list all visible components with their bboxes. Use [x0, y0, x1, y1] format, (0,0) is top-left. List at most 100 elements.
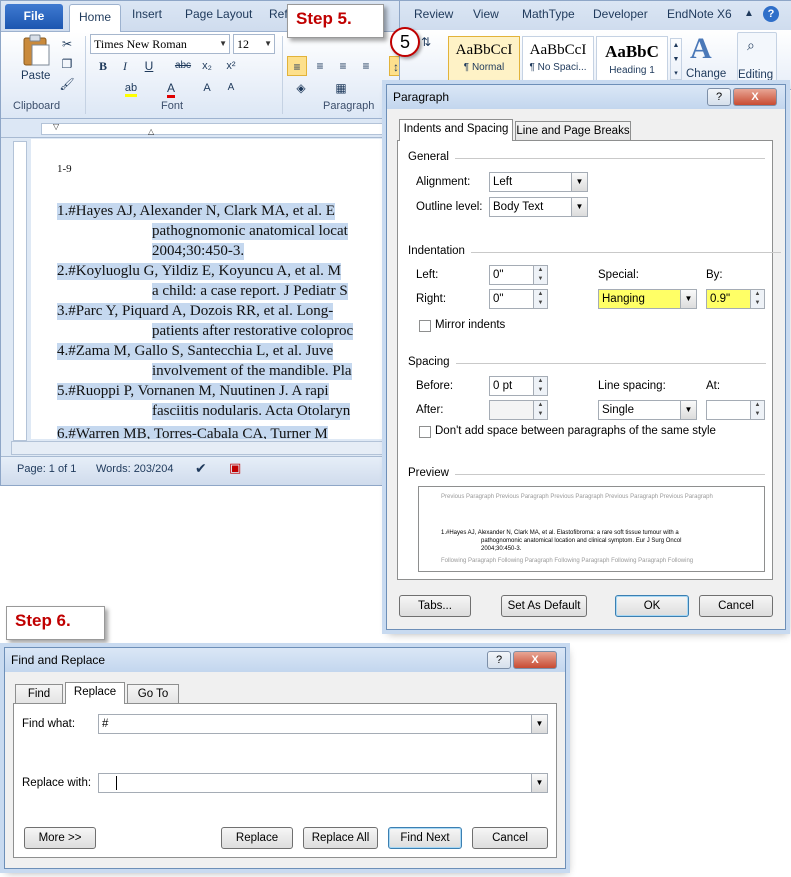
subscript-icon[interactable]: x₂ [197, 56, 217, 76]
underline-icon[interactable]: U [139, 56, 159, 76]
first-line-indent-marker[interactable]: ▽ [53, 122, 59, 131]
highlight-icon[interactable]: ab [121, 78, 141, 98]
mirror-indents-checkbox[interactable] [419, 320, 431, 332]
chevron-down-icon[interactable]: ▼ [531, 715, 547, 733]
find-what-input[interactable]: # ▼ [98, 714, 548, 734]
borders-icon[interactable]: ▦ [331, 78, 351, 98]
tab-replace[interactable]: Replace [65, 682, 125, 704]
strikethrough-icon[interactable]: abc [173, 56, 193, 76]
word-count-status[interactable]: Words: 203/204 [96, 463, 173, 475]
after-input[interactable]: ▲ ▼ [489, 400, 548, 420]
tab-mathtype[interactable]: MathType [522, 7, 575, 21]
help-button[interactable]: ? [487, 651, 511, 669]
font-color-icon[interactable]: A [161, 78, 181, 98]
tab-endnote[interactable]: EndNote X6 [667, 7, 732, 21]
replace-button[interactable]: Replace [221, 827, 293, 849]
tab-view[interactable]: View [473, 7, 499, 21]
spin-arrows-icon[interactable]: ▲ ▼ [533, 401, 547, 419]
tab-page-layout[interactable]: Page Layout [185, 7, 252, 21]
close-button[interactable]: X [733, 88, 777, 106]
spin-arrows-icon[interactable]: ▲ ▼ [533, 377, 547, 395]
align-left-icon[interactable]: ≡ [287, 56, 307, 76]
line-spacing-icon[interactable]: ↕ [389, 56, 399, 76]
style-no-spacing[interactable]: AaBbCcI ¶ No Spaci... [522, 36, 594, 82]
macro-record-icon[interactable]: ▣ [229, 460, 241, 476]
left-indent-input[interactable]: 0" ▲ ▼ [489, 265, 548, 285]
help-button[interactable]: ? [707, 88, 731, 106]
page-count-status[interactable]: Page: 1 of 1 [17, 463, 76, 475]
close-button[interactable]: X [513, 651, 557, 669]
bold-icon[interactable]: B [93, 56, 113, 76]
replace-all-button[interactable]: Replace All [303, 827, 378, 849]
ok-button[interactable]: OK [615, 595, 689, 617]
find-next-button[interactable]: Find Next [388, 827, 462, 849]
more-button[interactable]: More >> [24, 827, 96, 849]
grow-font-icon[interactable]: A [197, 78, 217, 98]
horizontal-scrollbar[interactable] [11, 441, 396, 455]
help-icon[interactable]: ? [763, 6, 779, 22]
spin-arrows-icon[interactable]: ▲ ▼ [533, 266, 547, 284]
cancel-button[interactable]: Cancel [472, 827, 548, 849]
hanging-indent-marker[interactable]: △ [148, 127, 154, 136]
special-select[interactable]: Hanging ▼ [598, 289, 697, 309]
chevron-down-icon[interactable]: ▼ [571, 173, 587, 191]
tabs-button[interactable]: Tabs... [399, 595, 471, 617]
chevron-down-icon[interactable]: ▼ [680, 290, 696, 308]
tab-home[interactable]: Home [69, 4, 121, 32]
style-heading-1[interactable]: AaBbC Heading 1 [596, 36, 668, 82]
minimize-ribbon-icon[interactable]: ▲ [744, 8, 754, 19]
change-styles-label[interactable]: Change [686, 68, 726, 80]
before-input[interactable]: 0 pt ▲ ▼ [489, 376, 548, 396]
by-input[interactable]: 0.9" ▲ ▼ [706, 289, 765, 309]
outline-level-label: Outline level: [416, 201, 483, 213]
horizontal-ruler[interactable]: ▽ △ [1, 120, 399, 138]
replace-with-input[interactable]: ▼ [98, 773, 548, 793]
line-spacing-select[interactable]: Single ▼ [598, 400, 697, 420]
tab-insert[interactable]: Insert [132, 7, 162, 21]
tab-go-to[interactable]: Go To [127, 684, 179, 704]
spin-arrows-icon[interactable]: ▲ ▼ [750, 401, 764, 419]
document-page[interactable]: 1-9 1.#Hayes AJ, Alexander N, Clark MA, … [31, 139, 399, 439]
superscript-icon[interactable]: x² [221, 56, 241, 76]
dont-add-space-label[interactable]: Don't add space between paragraphs of th… [435, 425, 716, 437]
paste-label[interactable]: Paste [21, 70, 50, 82]
font-name-combo[interactable]: Times New Roman ▼ [90, 34, 230, 54]
spin-arrows-icon[interactable]: ▲ ▼ [750, 290, 764, 308]
align-center-icon[interactable]: ≡ [310, 56, 330, 76]
set-as-default-button[interactable]: Set As Default [501, 595, 587, 617]
styles-gallery-scroll[interactable]: ▲ ▼ ▾ [670, 38, 682, 80]
cut-icon[interactable]: ✂ [57, 34, 77, 54]
justify-icon[interactable]: ≡ [356, 56, 376, 76]
outline-level-select[interactable]: Body Text ▼ [489, 197, 588, 217]
paste-icon[interactable] [19, 34, 53, 68]
tab-indents-and-spacing[interactable]: Indents and Spacing [399, 119, 513, 141]
chevron-down-icon[interactable]: ▼ [531, 774, 547, 792]
editing-button[interactable]: ⌕ Editing [737, 32, 777, 82]
tab-review[interactable]: Review [414, 7, 453, 21]
chevron-down-icon[interactable]: ▼ [680, 401, 696, 419]
font-size-combo[interactable]: 12 ▼ [233, 34, 275, 54]
mirror-indents-label[interactable]: Mirror indents [435, 319, 505, 331]
style-normal[interactable]: AaBbCcI ¶ Normal [448, 36, 520, 82]
at-input[interactable]: ▲ ▼ [706, 400, 765, 420]
proofing-icon[interactable]: ✔ [195, 460, 207, 477]
cancel-button[interactable]: Cancel [699, 595, 773, 617]
change-styles-icon[interactable]: A [690, 32, 712, 66]
shrink-font-icon[interactable]: A [221, 78, 241, 98]
spin-arrows-icon[interactable]: ▲ ▼ [533, 290, 547, 308]
tab-developer[interactable]: Developer [593, 7, 648, 21]
italic-icon[interactable]: I [115, 56, 135, 76]
format-painter-icon[interactable]: 🖌 [57, 74, 77, 94]
chevron-down-icon[interactable]: ▼ [264, 35, 272, 53]
shading-icon[interactable]: ◈ [291, 78, 311, 98]
tab-file[interactable]: File [5, 4, 63, 29]
chevron-down-icon[interactable]: ▼ [571, 198, 587, 216]
right-indent-input[interactable]: 0" ▲ ▼ [489, 289, 548, 309]
dont-add-space-checkbox[interactable] [419, 426, 431, 438]
tab-find[interactable]: Find [15, 684, 63, 704]
alignment-select[interactable]: Left ▼ [489, 172, 588, 192]
copy-icon[interactable]: ❐ [57, 54, 77, 74]
chevron-down-icon[interactable]: ▼ [219, 35, 227, 53]
align-right-icon[interactable]: ≡ [333, 56, 353, 76]
tab-line-and-page-breaks[interactable]: Line and Page Breaks [515, 121, 631, 141]
